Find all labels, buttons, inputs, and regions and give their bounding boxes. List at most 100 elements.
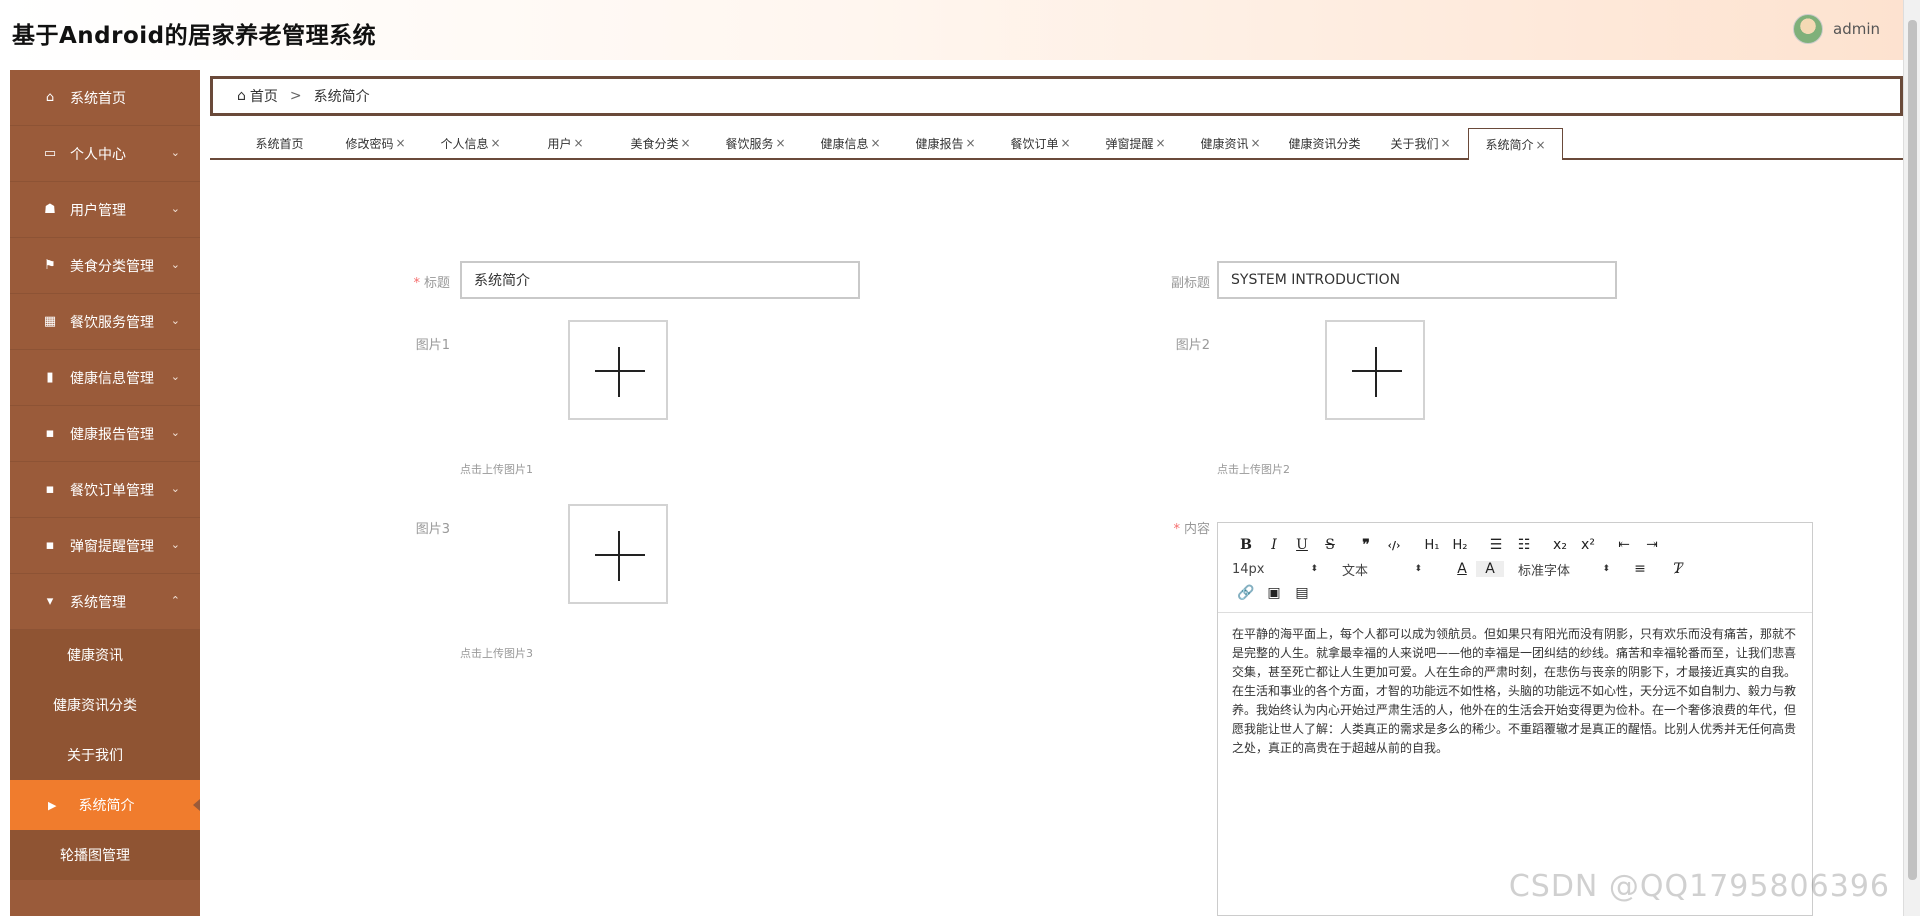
sidebar-item-8[interactable]: ▪ 弹窗提醒管理 ⌄ [10,518,200,574]
subtitle-input[interactable]: SYSTEM INTRODUCTION [1217,261,1617,299]
tab-6[interactable]: 健康信息 × [803,128,898,158]
sidebar-subitem-4[interactable]: 轮播图管理 [10,830,200,880]
vertical-scrollbar[interactable] [1903,0,1920,916]
tab-0[interactable]: 系统首页 [233,128,328,158]
sidebar-subitem-0[interactable]: 健康资讯 [10,630,200,680]
subtitle-label: 副标题 [1170,276,1210,291]
user-area[interactable]: admin [1793,14,1880,44]
sidebar-subitem-label: 健康资讯分类 [53,698,137,714]
sidebar-subitem-1[interactable]: 健康资讯分类 [10,680,200,730]
sidebar-item-1[interactable]: ▭ 个人中心 ⌄ [10,126,200,182]
tab-7[interactable]: 健康报告 × [898,128,993,158]
apps-icon: ▪ [45,538,55,553]
breadcrumb-home[interactable]: 首页 [250,86,278,106]
avatar[interactable] [1793,14,1823,44]
font-size-select[interactable]: 14px ⬍ [1232,562,1318,577]
close-icon[interactable]: × [1535,138,1545,152]
sidebar-item-label: 餐饮服务管理 [70,314,154,331]
close-icon[interactable]: × [395,136,405,150]
background-color-icon[interactable]: A [1476,561,1504,577]
apps-icon: ▪ [45,426,55,441]
image2-upload-button[interactable] [1325,320,1425,420]
tab-11[interactable]: 健康资讯分类 [1278,128,1373,158]
header-select[interactable]: 文本 ⬍ [1342,560,1422,579]
sidebar-item-4[interactable]: ▦ 餐饮服务管理 ⌄ [10,294,200,350]
sidebar-subitem-3[interactable]: ▶ 系统简介 [10,780,200,830]
close-icon[interactable]: × [1440,136,1450,150]
sidebar-item-label: 餐饮订单管理 [70,482,154,499]
close-icon[interactable]: × [775,136,785,150]
title-input[interactable]: 系统简介 [460,261,860,299]
chevron-icon: ⌄ [170,258,180,271]
rich-text-editor[interactable]: B I U S ❞ ‹/› H₁ H₂ ☰ ☷ x₂ x² ⇤ ⇥ 14px ⬍ … [1217,522,1813,916]
tab-4[interactable]: 美食分类 × [613,128,708,158]
sidebar-item-5[interactable]: ▮ 健康信息管理 ⌄ [10,350,200,406]
underline-icon[interactable]: U [1288,537,1316,553]
code-icon[interactable]: ‹/› [1380,539,1408,552]
italic-icon[interactable]: I [1260,537,1288,553]
sidebar-item-0[interactable]: ⌂ 系统首页 [10,70,200,126]
close-icon[interactable]: × [1155,136,1165,150]
watermark: CSDN @QQ1795806396 [1508,869,1890,904]
tab-13[interactable]: 系统简介 × [1468,128,1563,160]
close-icon[interactable]: × [1060,136,1070,150]
bold-icon[interactable]: B [1232,537,1260,553]
apps-icon: ▪ [45,482,55,497]
caret-right-icon: ▶ [48,798,57,812]
scrollbar-thumb[interactable] [1908,20,1917,880]
editor-content[interactable]: 在平静的海平面上，每个人都可以成为领航员。但如果只有阳光而没有阴影，只有欢乐而没… [1218,613,1812,770]
close-icon[interactable]: × [965,136,975,150]
sidebar-item-label: 美食分类管理 [70,258,154,275]
image1-upload-button[interactable] [568,320,668,420]
align-icon[interactable]: ≡ [1626,561,1654,577]
close-icon[interactable]: × [870,136,880,150]
close-icon[interactable]: × [680,136,690,150]
image3-upload-button[interactable] [568,504,668,604]
blockquote-icon[interactable]: ❞ [1352,537,1380,553]
tab-label: 个人信息 [440,136,489,151]
sidebar-subitem-2[interactable]: 关于我们 [10,730,200,780]
close-icon[interactable]: × [573,136,583,150]
indent-icon[interactable]: ⇥ [1638,537,1666,553]
bullet-list-icon[interactable]: ☷ [1510,537,1538,553]
sidebar-item-label: 系统首页 [70,90,126,107]
tab-9[interactable]: 弹窗提醒 × [1088,128,1183,158]
strikethrough-icon[interactable]: S [1316,537,1344,553]
font-family-select[interactable]: 标准字体 ⬍ [1518,560,1610,579]
close-icon[interactable]: × [490,136,500,150]
tab-5[interactable]: 餐饮服务 × [708,128,803,158]
tab-label: 弹窗提醒 [1105,136,1154,151]
sidebar-subitem-label: 关于我们 [67,748,123,764]
tab-12[interactable]: 关于我们 × [1373,128,1468,158]
tab-1[interactable]: 修改密码 × [328,128,423,158]
editor-toolbar: B I U S ❞ ‹/› H₁ H₂ ☰ ☷ x₂ x² ⇤ ⇥ 14px ⬍ … [1218,523,1812,613]
chevron-icon: ⌄ [170,538,180,551]
tab-2[interactable]: 个人信息 × [423,128,518,158]
ordered-list-icon[interactable]: ☰ [1482,537,1510,553]
tab-label: 健康资讯分类 [1288,136,1361,151]
tab-label: 系统简介 [1485,138,1534,152]
sidebar-item-7[interactable]: ▪ 餐饮订单管理 ⌄ [10,462,200,518]
home-icon[interactable]: ⌂ [237,88,246,104]
sidebar-item-2[interactable]: ☗ 用户管理 ⌄ [10,182,200,238]
username[interactable]: admin [1833,20,1880,38]
tab-3[interactable]: 用户 × [518,128,613,158]
heading2-icon[interactable]: H₂ [1446,538,1474,553]
image3-hint: 点击上传图片3 [460,647,533,660]
outdent-icon[interactable]: ⇤ [1610,537,1638,553]
sidebar-item-6[interactable]: ▪ 健康报告管理 ⌄ [10,406,200,462]
superscript-icon[interactable]: x² [1574,537,1602,553]
image1-hint: 点击上传图片1 [460,463,533,476]
image-icon[interactable]: ▣ [1260,585,1288,601]
subscript-icon[interactable]: x₂ [1546,537,1574,553]
font-color-icon[interactable]: A [1448,561,1476,577]
video-icon[interactable]: ▤ [1288,585,1316,601]
tab-8[interactable]: 餐饮订单 × [993,128,1088,158]
clear-format-icon[interactable]: T̷ [1664,561,1692,577]
close-icon[interactable]: × [1250,136,1260,150]
sidebar-item-3[interactable]: ⚑ 美食分类管理 ⌄ [10,238,200,294]
tab-10[interactable]: 健康资讯 × [1183,128,1278,158]
heading1-icon[interactable]: H₁ [1418,538,1446,553]
link-icon[interactable]: 🔗 [1232,585,1260,601]
sidebar-item-9[interactable]: ▾ 系统管理 ⌃ [10,574,200,630]
